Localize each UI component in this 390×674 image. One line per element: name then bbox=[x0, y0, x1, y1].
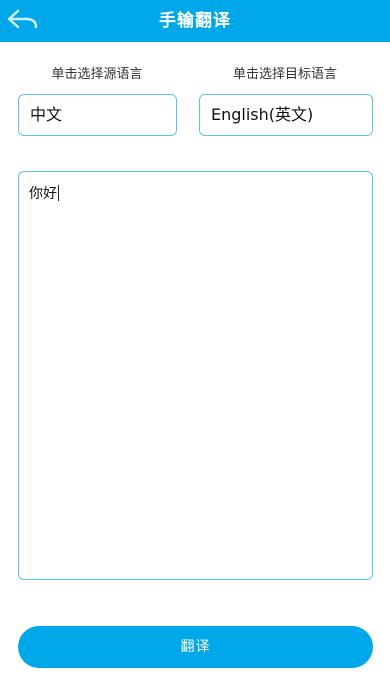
page-title: 手输翻译 bbox=[159, 11, 231, 31]
top-app-bar: 手输翻译 bbox=[0, 0, 390, 42]
back-button[interactable] bbox=[0, 0, 46, 42]
target-language-label: 单击选择目标语言 bbox=[232, 67, 337, 82]
text-cursor bbox=[58, 185, 59, 201]
target-language-selector[interactable]: English(英文) bbox=[199, 94, 373, 136]
source-language-selector[interactable]: 中文 bbox=[18, 94, 177, 136]
target-language-value: English(英文) bbox=[211, 105, 314, 124]
input-text-area[interactable]: 你好 bbox=[18, 171, 373, 580]
translate-button[interactable]: 翻译 bbox=[18, 626, 373, 668]
back-arrow-icon bbox=[6, 7, 40, 35]
source-language-value: 中文 bbox=[30, 105, 63, 124]
input-text: 你好 bbox=[29, 186, 57, 202]
translate-button-label: 翻译 bbox=[180, 639, 211, 655]
source-language-label: 单击选择源语言 bbox=[51, 67, 143, 82]
